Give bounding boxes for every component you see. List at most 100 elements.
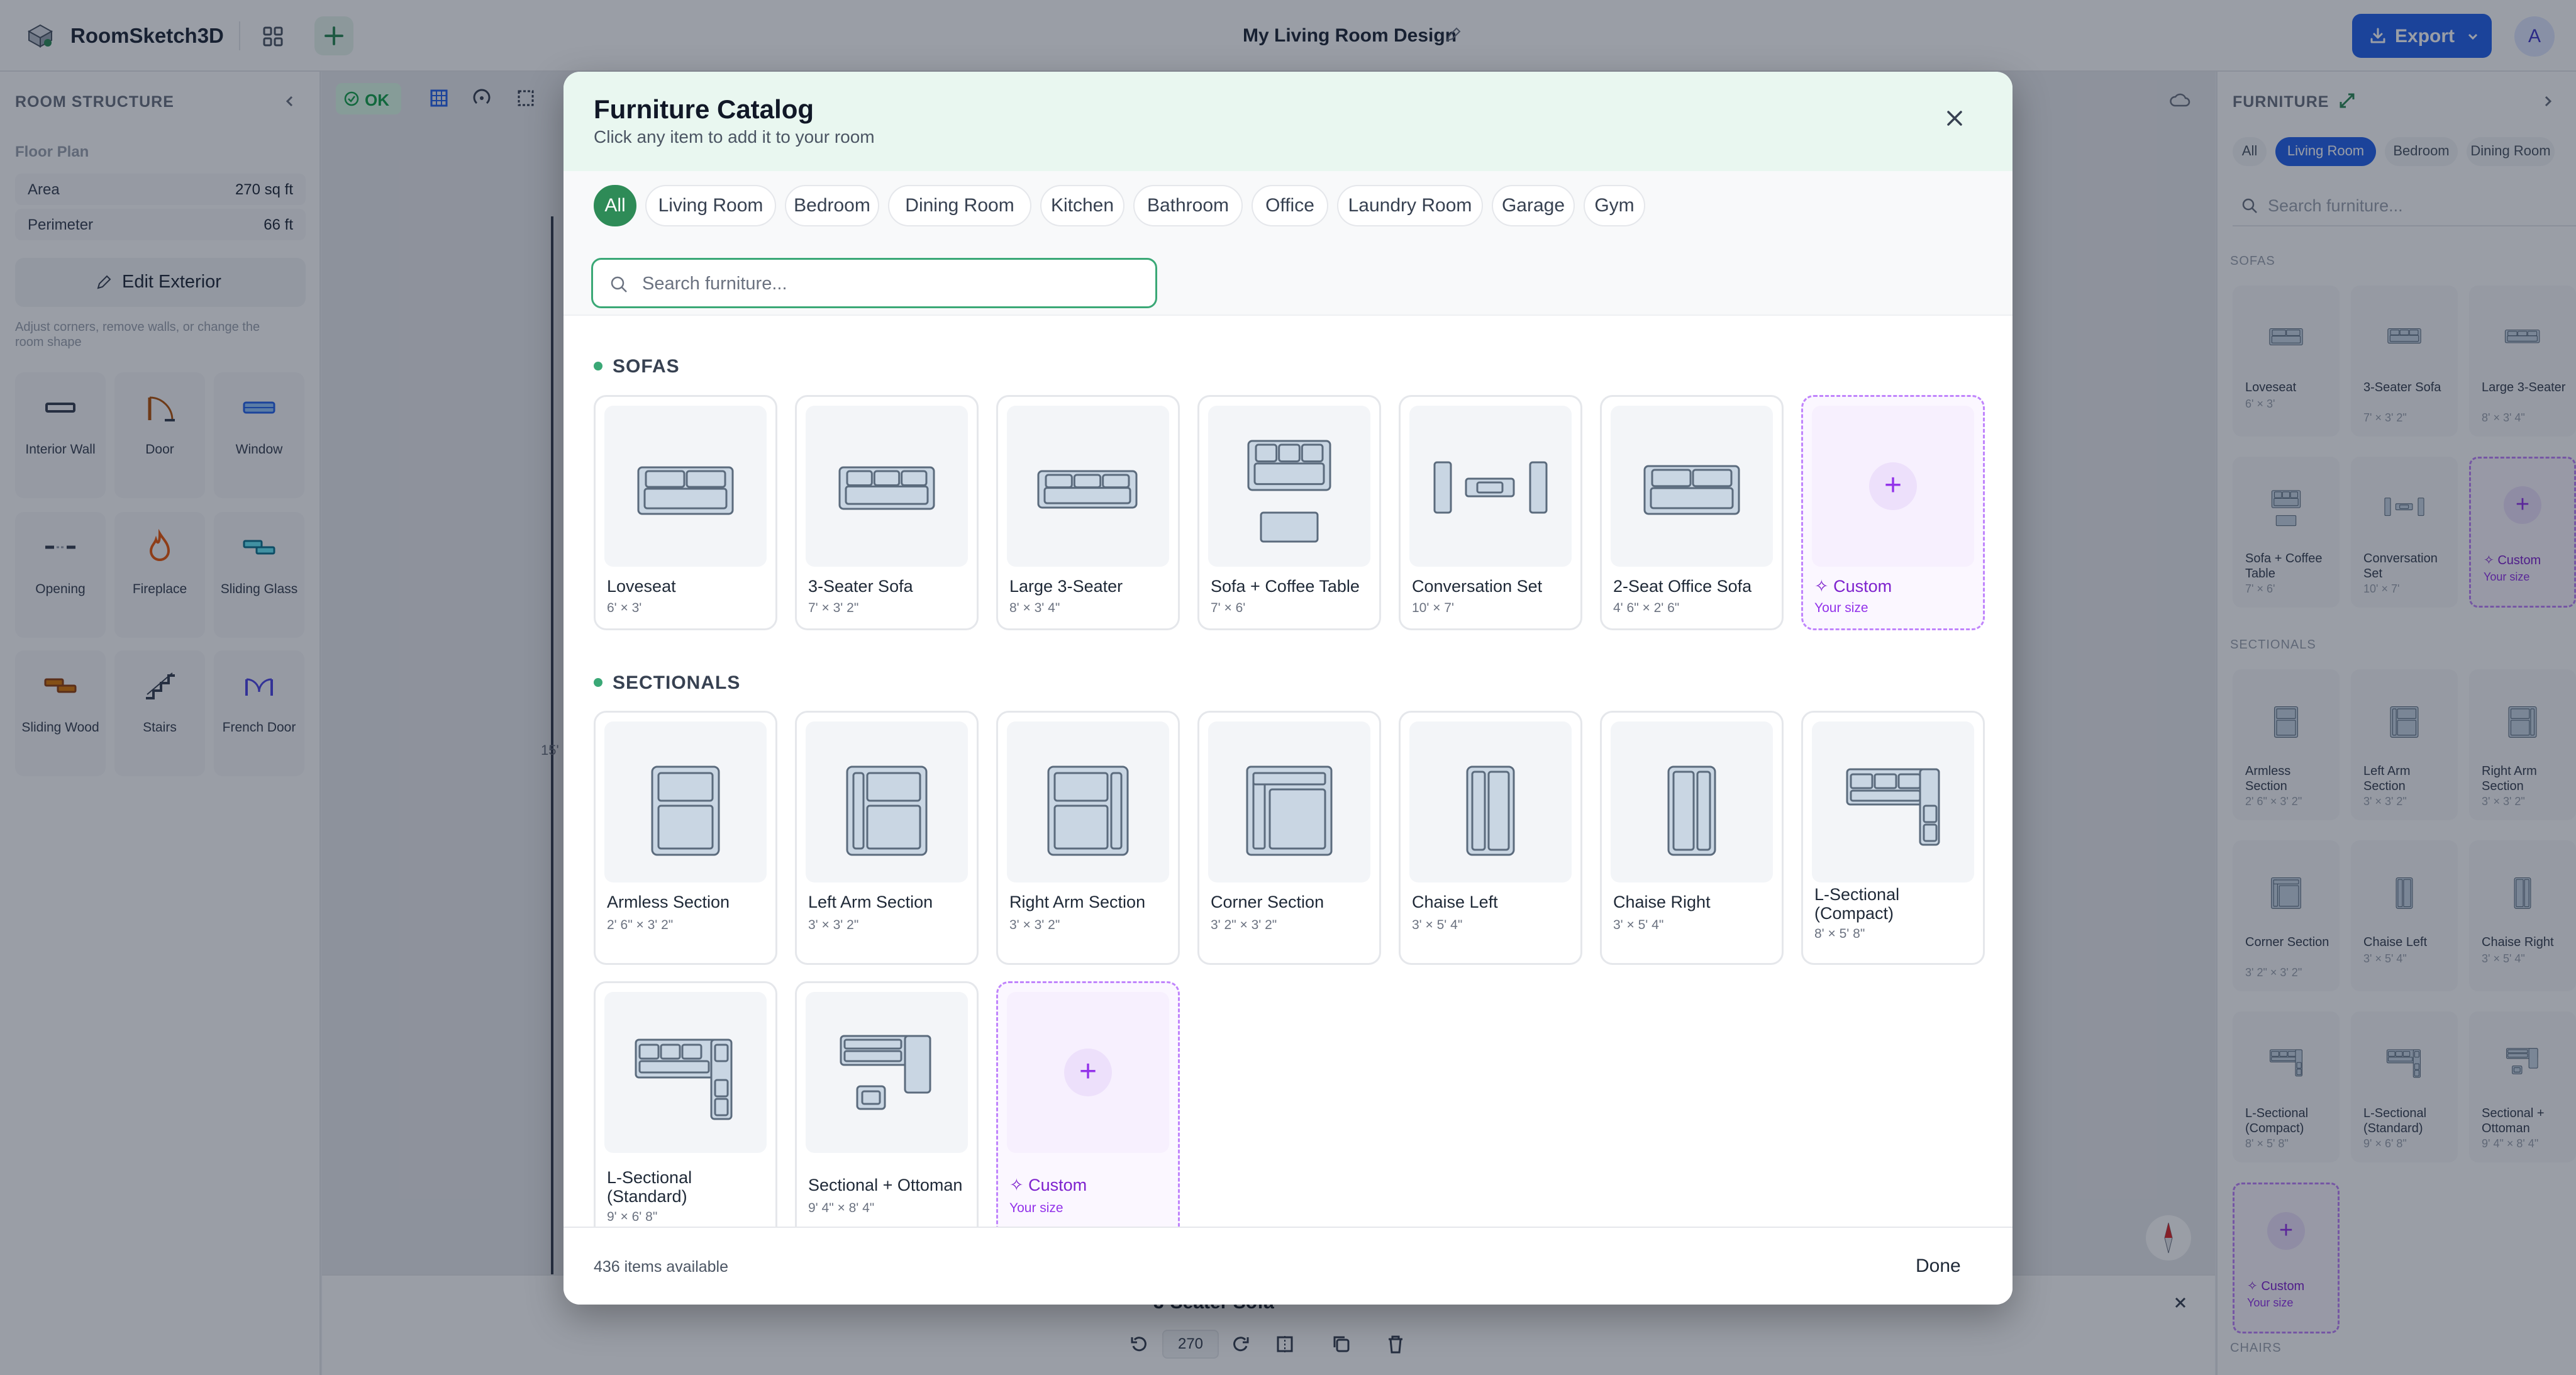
furniture-card[interactable]: Chaise Left 3' × 5' 4" [1399,711,1582,965]
furniture-name: Right Arm Section [1009,893,1146,911]
furniture-icon [1037,470,1138,509]
category-chip[interactable]: Office [1252,185,1328,226]
furniture-dimensions: 3' × 5' 4" [1412,918,1463,932]
category-chip[interactable]: Kitchen [1040,185,1124,226]
furniture-dimensions: 3' × 5' 4" [1613,918,1664,932]
furniture-card[interactable]: Right Arm Section 3' × 3' 2" [996,711,1180,965]
custom-size-card[interactable]: + ✧ Custom Your size [996,981,1180,1245]
plus-icon: + [1869,462,1917,510]
furniture-thumbnail [1611,406,1773,567]
furniture-name: Armless Section [607,893,730,911]
furniture-dimensions: 4' 6" × 2' 6" [1613,601,1680,615]
category-chip[interactable]: Garage [1492,185,1575,226]
modal-search-field[interactable]: Search furniture... [591,258,1157,308]
furniture-name: Loveseat [607,577,676,596]
furniture-thumbnail [1208,721,1370,882]
furniture-name: Large 3-Seater [1009,577,1123,596]
furniture-name: Chaise Right [1613,893,1711,911]
category-chip[interactable]: All [594,185,636,226]
section-dot [594,678,602,687]
furniture-thumbnail [806,406,968,567]
furniture-name: Corner Section [1211,893,1324,911]
furniture-icon [635,1038,733,1120]
furniture-icon [651,765,720,856]
furniture-dimensions: 3' × 3' 2" [1009,918,1060,932]
furniture-icon [840,1035,931,1110]
furniture-card[interactable]: Corner Section 3' 2" × 3' 2" [1197,711,1381,965]
furniture-dimensions: 7' × 3' 2" [808,601,859,615]
furniture-name: L-Sectional (Standard) [607,1168,692,1206]
furniture-icon [1643,465,1740,515]
furniture-thumbnail [1208,406,1370,567]
category-chip[interactable]: Gym [1584,185,1645,226]
furniture-card[interactable]: 2-Seat Office Sofa 4' 6" × 2' 6" [1600,395,1784,630]
furniture-thumbnail [806,992,968,1153]
furniture-dimensions: 9' × 6' 8" [607,1210,658,1224]
furniture-name: L-Sectional (Compact) [1814,885,1900,923]
furniture-thumbnail [806,721,968,882]
close-modal-icon[interactable] [1941,104,1968,132]
category-chip[interactable]: Laundry Room [1337,185,1483,226]
furniture-thumbnail: + [1007,992,1169,1153]
furniture-icon [1433,461,1548,514]
furniture-icon [1667,765,1716,856]
category-chip[interactable]: Living Room [645,185,776,226]
category-chip[interactable]: Bathroom [1133,185,1243,226]
furniture-thumbnail [1007,721,1169,882]
furniture-thumbnail [604,406,767,567]
furniture-dimensions: 3' × 3' 2" [808,918,859,932]
furniture-dimensions: 2' 6" × 3' 2" [607,918,674,932]
furniture-name: Sectional + Ottoman [808,1176,963,1194]
furniture-card[interactable]: L-Sectional (Standard) 9' × 6' 8" [594,981,777,1245]
furniture-card[interactable]: Conversation Set 10' × 7' [1399,395,1582,630]
furniture-catalog-modal: Furniture Catalog Click any item to add … [564,72,2012,1305]
furniture-thumbnail: + [1812,406,1974,567]
plus-icon: + [1064,1049,1112,1096]
furniture-name: 3-Seater Sofa [808,577,913,596]
furniture-dimensions: 10' × 7' [1412,601,1454,615]
furniture-dimensions: 7' × 6' [1211,601,1246,615]
modal-subtitle: Click any item to add it to your room [594,127,875,147]
furniture-name: Sofa + Coffee Table [1211,577,1360,596]
done-button[interactable]: Done [1916,1255,1961,1277]
furniture-card[interactable]: Chaise Right 3' × 5' 4" [1600,711,1784,965]
furniture-card[interactable]: Loveseat 6' × 3' [594,395,777,630]
items-available: 436 items available [594,1258,729,1276]
furniture-name: ✧ Custom [1814,577,1892,596]
custom-size-card[interactable]: + ✧ Custom Your size [1801,395,1985,630]
furniture-thumbnail [1812,721,1974,882]
modal-title: Furniture Catalog [594,94,814,124]
furniture-thumbnail [604,992,767,1153]
modal-header: Furniture Catalog Click any item to add … [564,72,2012,171]
furniture-card[interactable]: Left Arm Section 3' × 3' 2" [795,711,979,965]
furniture-thumbnail [1007,406,1169,567]
furniture-icon [1246,765,1333,856]
section-title-sectionals: SECTIONALS [594,672,740,694]
category-chip[interactable]: Bedroom [785,185,879,226]
furniture-card[interactable]: 3-Seater Sofa 7' × 3' 2" [795,395,979,630]
section-dot [594,362,602,370]
modal-footer: 436 items available Done [564,1227,2012,1305]
furniture-name: Chaise Left [1412,893,1498,911]
furniture-dimensions: 6' × 3' [607,601,642,615]
furniture-card[interactable]: Armless Section 2' 6" × 3' 2" [594,711,777,965]
furniture-dimensions: Your size [1009,1201,1063,1215]
furniture-dimensions: 8' × 3' 4" [1009,601,1060,615]
furniture-name: Conversation Set [1412,577,1543,596]
furniture-name: 2-Seat Office Sofa [1613,577,1752,596]
furniture-thumbnail [1611,721,1773,882]
furniture-dimensions: 8' × 5' 8" [1814,927,1865,941]
furniture-icon [1047,765,1129,856]
furniture-icon [1247,440,1331,543]
furniture-card[interactable]: L-Sectional (Compact) 8' × 5' 8" [1801,711,1985,965]
furniture-dimensions: 9' 4" × 8' 4" [808,1201,875,1215]
furniture-card[interactable]: Sofa + Coffee Table 7' × 6' [1197,395,1381,630]
category-chip[interactable]: Dining Room [888,185,1031,226]
furniture-icon [846,765,928,856]
furniture-icon [1846,768,1940,846]
furniture-thumbnail [1409,406,1572,567]
furniture-thumbnail [604,721,767,882]
furniture-card[interactable]: Large 3-Seater 8' × 3' 4" [996,395,1180,630]
furniture-card[interactable]: Sectional + Ottoman 9' 4" × 8' 4" [795,981,979,1245]
search-icon [611,276,627,292]
